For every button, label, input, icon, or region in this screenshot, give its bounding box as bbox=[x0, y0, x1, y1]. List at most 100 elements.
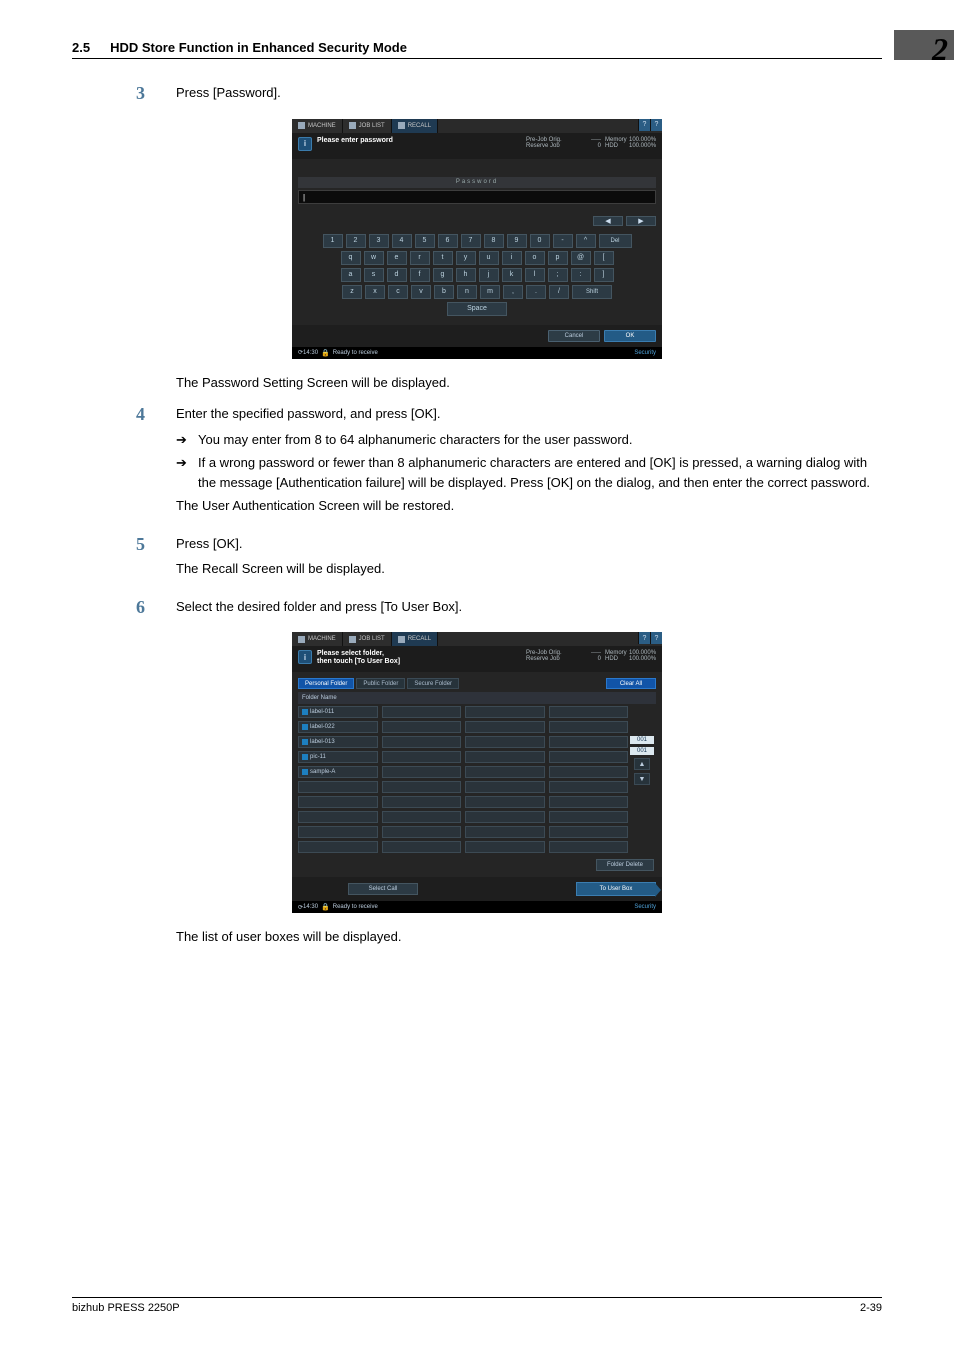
folder-slot[interactable] bbox=[298, 826, 378, 838]
key[interactable]: a bbox=[341, 268, 361, 282]
folder-slot[interactable] bbox=[549, 721, 629, 733]
folder-slot[interactable] bbox=[465, 826, 545, 838]
folder-item[interactable]: label-013 bbox=[298, 736, 378, 748]
key[interactable]: r bbox=[410, 251, 430, 265]
key[interactable]: h bbox=[456, 268, 476, 282]
folder-slot[interactable] bbox=[465, 751, 545, 763]
folder-slot[interactable] bbox=[298, 811, 378, 823]
folder-slot[interactable] bbox=[465, 811, 545, 823]
folder-slot[interactable] bbox=[549, 826, 629, 838]
settings-icon[interactable]: ? bbox=[650, 632, 662, 644]
folder-slot[interactable] bbox=[549, 736, 629, 748]
key[interactable]: / bbox=[549, 285, 569, 299]
key[interactable]: 6 bbox=[438, 234, 458, 248]
security-link[interactable]: Security bbox=[634, 904, 656, 910]
folder-slot[interactable] bbox=[465, 721, 545, 733]
key[interactable]: @ bbox=[571, 251, 591, 265]
help-icon[interactable]: ? bbox=[638, 632, 650, 644]
tab-public-folder[interactable]: Public Folder bbox=[356, 678, 405, 689]
key[interactable]: s bbox=[364, 268, 384, 282]
tab-machine[interactable]: MACHINE bbox=[292, 119, 343, 133]
folder-slot[interactable] bbox=[382, 706, 462, 718]
tab-joblist[interactable]: JOB LIST bbox=[343, 119, 392, 133]
key[interactable]: : bbox=[571, 268, 591, 282]
to-user-box-button[interactable]: To User Box bbox=[576, 882, 656, 896]
key[interactable]: n bbox=[457, 285, 477, 299]
folder-item[interactable]: pic-11 bbox=[298, 751, 378, 763]
tab-secure-folder[interactable]: Secure Folder bbox=[407, 678, 459, 689]
settings-icon[interactable]: ? bbox=[650, 119, 662, 131]
cursor-right-button[interactable]: ▶ bbox=[626, 216, 656, 226]
folder-slot[interactable] bbox=[549, 751, 629, 763]
folder-slot[interactable] bbox=[382, 796, 462, 808]
key[interactable]: 7 bbox=[461, 234, 481, 248]
page-up-button[interactable]: ▲ bbox=[634, 758, 650, 770]
password-field[interactable]: | bbox=[298, 190, 656, 204]
folder-slot[interactable] bbox=[382, 766, 462, 778]
key[interactable]: 8 bbox=[484, 234, 504, 248]
folder-slot[interactable] bbox=[298, 841, 378, 853]
cancel-button[interactable]: Cancel bbox=[548, 330, 600, 342]
key[interactable]: 1 bbox=[323, 234, 343, 248]
folder-slot[interactable] bbox=[382, 841, 462, 853]
key[interactable]: p bbox=[548, 251, 568, 265]
key[interactable]: f bbox=[410, 268, 430, 282]
key-space[interactable]: Space bbox=[447, 302, 507, 316]
folder-slot[interactable] bbox=[465, 766, 545, 778]
key[interactable]: m bbox=[480, 285, 500, 299]
key[interactable]: 3 bbox=[369, 234, 389, 248]
key[interactable]: ] bbox=[594, 268, 614, 282]
folder-slot[interactable] bbox=[465, 736, 545, 748]
key-del[interactable]: Del bbox=[599, 234, 632, 248]
folder-slot[interactable] bbox=[465, 841, 545, 853]
folder-slot[interactable] bbox=[465, 706, 545, 718]
clear-all-button[interactable]: Clear All bbox=[606, 678, 656, 689]
folder-slot[interactable] bbox=[549, 841, 629, 853]
folder-slot[interactable] bbox=[465, 781, 545, 793]
folder-slot[interactable] bbox=[549, 766, 629, 778]
folder-slot[interactable] bbox=[549, 781, 629, 793]
folder-slot[interactable] bbox=[382, 751, 462, 763]
help-icon[interactable]: ? bbox=[638, 119, 650, 131]
tab-personal-folder[interactable]: Personal Folder bbox=[298, 678, 354, 689]
key[interactable]: ^ bbox=[576, 234, 596, 248]
key[interactable]: ; bbox=[548, 268, 568, 282]
key[interactable]: k bbox=[502, 268, 522, 282]
folder-slot[interactable] bbox=[298, 796, 378, 808]
key[interactable]: [ bbox=[594, 251, 614, 265]
key[interactable]: 0 bbox=[530, 234, 550, 248]
key[interactable]: b bbox=[434, 285, 454, 299]
key[interactable]: e bbox=[387, 251, 407, 265]
key[interactable]: , bbox=[503, 285, 523, 299]
key[interactable]: j bbox=[479, 268, 499, 282]
folder-slot[interactable] bbox=[549, 706, 629, 718]
folder-slot[interactable] bbox=[382, 811, 462, 823]
folder-item[interactable]: label-011 bbox=[298, 706, 378, 718]
folder-slot[interactable] bbox=[465, 796, 545, 808]
key[interactable]: 4 bbox=[392, 234, 412, 248]
key[interactable]: w bbox=[364, 251, 384, 265]
folder-slot[interactable] bbox=[298, 781, 378, 793]
key[interactable]: c bbox=[388, 285, 408, 299]
key[interactable]: 5 bbox=[415, 234, 435, 248]
folder-item[interactable]: label-022 bbox=[298, 721, 378, 733]
key[interactable]: o bbox=[525, 251, 545, 265]
tab-recall[interactable]: RECALL bbox=[392, 632, 438, 646]
folder-slot[interactable] bbox=[549, 796, 629, 808]
key[interactable]: v bbox=[411, 285, 431, 299]
key[interactable]: - bbox=[553, 234, 573, 248]
security-link[interactable]: Security bbox=[634, 350, 656, 356]
key[interactable]: y bbox=[456, 251, 476, 265]
select-call-button[interactable]: Select Call bbox=[348, 883, 418, 895]
folder-slot[interactable] bbox=[382, 826, 462, 838]
cursor-left-button[interactable]: ◀ bbox=[593, 216, 623, 226]
tab-recall[interactable]: RECALL bbox=[392, 119, 438, 133]
folder-slot[interactable] bbox=[382, 736, 462, 748]
ok-button[interactable]: OK bbox=[604, 330, 656, 342]
key[interactable]: u bbox=[479, 251, 499, 265]
folder-slot[interactable] bbox=[382, 781, 462, 793]
key[interactable]: 2 bbox=[346, 234, 366, 248]
folder-slot[interactable] bbox=[382, 721, 462, 733]
tab-machine[interactable]: MACHINE bbox=[292, 632, 343, 646]
key[interactable]: . bbox=[526, 285, 546, 299]
